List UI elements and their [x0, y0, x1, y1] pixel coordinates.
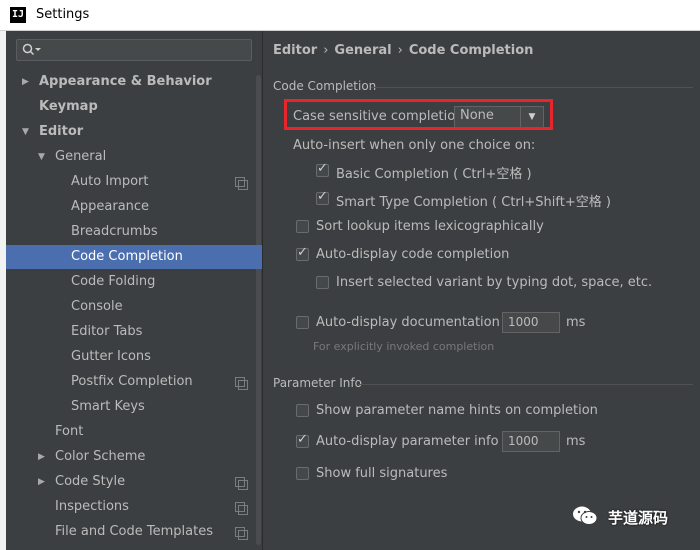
expand-arrow-icon[interactable]: ▶ — [38, 445, 48, 469]
expand-arrow-icon[interactable]: ▶ — [22, 70, 32, 94]
wechat-icon — [573, 506, 598, 525]
tree-item-label: Inspections — [55, 499, 129, 514]
project-settings-icon — [235, 527, 248, 540]
tree-item-console[interactable]: Console — [6, 295, 262, 319]
search-input[interactable] — [16, 39, 252, 61]
section-divider — [371, 87, 693, 88]
window-title: Settings — [36, 7, 90, 22]
tree-item-label: Auto Import — [71, 174, 149, 189]
tree-item-appearance[interactable]: Appearance — [6, 195, 262, 219]
tree-item-label: Breadcrumbs — [71, 224, 158, 239]
watermark-text: 芋道源码 — [608, 509, 669, 527]
tree-item-label: Appearance & Behavior — [39, 74, 212, 89]
smart-type-completion-checkbox[interactable] — [316, 189, 329, 205]
tree-item-label: Code Folding — [71, 274, 156, 289]
breadcrumb-editor[interactable]: Editor — [273, 43, 317, 58]
project-settings-icon — [235, 377, 248, 390]
section-divider — [358, 384, 693, 385]
tree-item-label: File and Code Templates — [55, 524, 213, 539]
tree-item-label: Keymap — [39, 99, 98, 114]
auto-display-parameter-info-checkbox[interactable] — [296, 432, 309, 448]
tree-item-label: Postfix Completion — [71, 374, 193, 389]
tree-item-smart-keys[interactable]: Smart Keys — [6, 395, 262, 419]
auto-display-parameter-info-label[interactable]: Auto-display parameter info in — [316, 434, 515, 449]
breadcrumb-separator: › — [397, 43, 403, 58]
collapse-arrow-icon[interactable]: ▼ — [22, 120, 32, 144]
tree-item-code-style[interactable]: ▶ Code Style — [6, 470, 262, 494]
tree-item-label: Appearance — [71, 199, 150, 214]
sort-lexicographically-checkbox[interactable] — [296, 220, 309, 233]
project-settings-icon — [235, 502, 248, 515]
tree-item-appearance-behavior[interactable]: ▶ Appearance & Behavior — [6, 70, 262, 94]
breadcrumb-separator: › — [323, 43, 329, 58]
smart-type-completion-label[interactable]: Smart Type Completion ( Ctrl+Shift+空格 ) — [336, 191, 611, 210]
tree-item-label: Smart Keys — [71, 399, 145, 414]
expand-arrow-icon[interactable]: ▶ — [38, 470, 48, 494]
tree-item-gutter-icons[interactable]: Gutter Icons — [6, 345, 262, 369]
documentation-hint: For explicitly invoked completion — [313, 340, 495, 353]
search-icon — [22, 43, 42, 61]
title-bar: IJ Settings — [0, 0, 700, 31]
section-title-parameter-info: Parameter Info — [273, 376, 362, 390]
show-parameter-hints-checkbox[interactable] — [296, 404, 309, 417]
tree-item-label: Editor Tabs — [71, 324, 143, 339]
tree-item-label: Font — [55, 424, 84, 439]
tree-item-code-completion[interactable]: Code Completion — [6, 245, 262, 269]
tree-item-editor-tabs[interactable]: Editor Tabs — [6, 320, 262, 344]
documentation-delay-unit: ms — [566, 315, 586, 330]
tree-item-label: Editor — [39, 124, 84, 139]
tree-item-auto-import[interactable]: Auto Import — [6, 170, 262, 194]
tree-item-label: Gutter Icons — [71, 349, 151, 364]
tree-item-label: Console — [71, 299, 123, 314]
breadcrumb: Editor › General › Code Completion — [273, 43, 533, 58]
parameter-info-delay-input[interactable]: 1000 — [502, 431, 560, 452]
annotation-highlight-box — [284, 99, 553, 130]
auto-display-documentation-label[interactable]: Auto-display documentation in — [316, 315, 516, 330]
tree-item-file-code-templates[interactable]: File and Code Templates — [6, 520, 262, 544]
tree-item-editor[interactable]: ▼ Editor — [6, 120, 262, 144]
show-full-signatures-checkbox[interactable] — [296, 467, 309, 480]
sort-lexicographically-label[interactable]: Sort lookup items lexicographically — [316, 219, 544, 234]
show-full-signatures-label[interactable]: Show full signatures — [316, 466, 447, 481]
collapse-arrow-icon[interactable]: ▼ — [38, 145, 48, 169]
tree-item-label: Code Completion — [71, 249, 183, 264]
tree-item-label: Color Scheme — [55, 449, 146, 464]
tree-item-inspections[interactable]: Inspections — [6, 495, 262, 519]
tree-item-code-folding[interactable]: Code Folding — [6, 270, 262, 294]
project-settings-icon — [235, 477, 248, 490]
tree-item-font[interactable]: Font — [6, 420, 262, 444]
intellij-app-icon: IJ — [10, 7, 26, 23]
auto-insert-label: Auto-insert when only one choice on: — [293, 138, 536, 153]
auto-display-completion-label[interactable]: Auto-display code completion — [316, 247, 509, 262]
tree-item-label: General — [55, 149, 107, 164]
tree-item-postfix-completion[interactable]: Postfix Completion — [6, 370, 262, 394]
settings-sidebar: ▶ Appearance & Behavior Keymap ▼ Editor … — [6, 31, 262, 550]
tree-item-color-scheme[interactable]: ▶ Color Scheme — [6, 445, 262, 469]
tree-item-breadcrumbs[interactable]: Breadcrumbs — [6, 220, 262, 244]
tree-item-general[interactable]: ▼ General — [6, 145, 262, 169]
section-title-code-completion: Code Completion — [273, 79, 377, 93]
auto-display-completion-checkbox[interactable] — [296, 245, 309, 261]
breadcrumb-code-completion: Code Completion — [408, 43, 534, 58]
tree-item-keymap[interactable]: Keymap — [6, 95, 262, 119]
insert-selected-variant-checkbox[interactable] — [316, 276, 329, 289]
parameter-info-delay-unit: ms — [566, 434, 586, 449]
breadcrumb-general[interactable]: General — [334, 43, 391, 58]
basic-completion-label[interactable]: Basic Completion ( Ctrl+空格 ) — [336, 163, 532, 182]
basic-completion-checkbox[interactable] — [316, 161, 329, 177]
auto-display-documentation-checkbox[interactable] — [296, 316, 309, 329]
documentation-delay-input[interactable]: 1000 — [502, 312, 560, 333]
tree-item-label: Code Style — [55, 474, 126, 489]
insert-selected-variant-label[interactable]: Insert selected variant by typing dot, s… — [336, 275, 652, 290]
show-parameter-hints-label[interactable]: Show parameter name hints on completion — [316, 403, 598, 418]
project-settings-icon — [235, 177, 248, 190]
